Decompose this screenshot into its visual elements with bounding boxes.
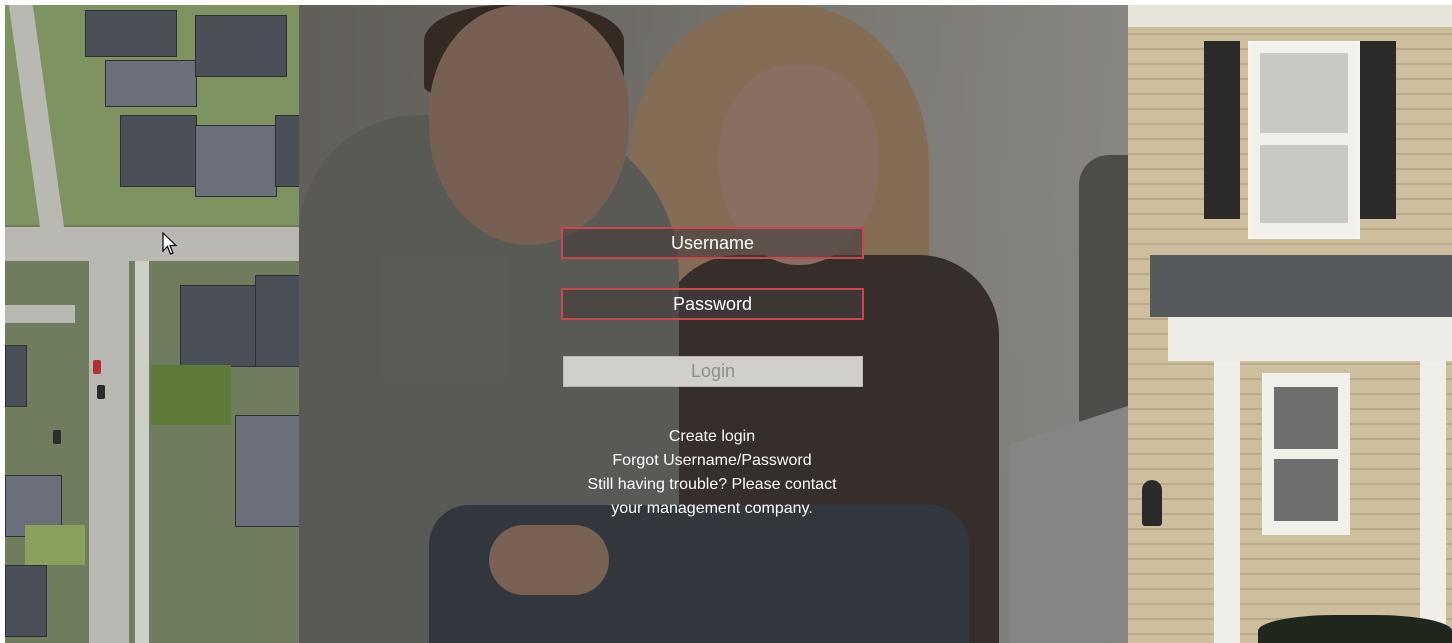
create-login-link[interactable]: Create login [512,425,912,449]
aerial-neighborhood-image [5,5,299,643]
login-button[interactable]: Login [563,356,863,387]
wall-lantern-icon [1142,480,1162,526]
trouble-text-line2: your management company. [611,500,813,517]
trouble-text-line1: Still having trouble? Please contact [587,476,837,493]
username-input[interactable] [561,227,864,259]
forgot-credentials-link[interactable]: Forgot Username/Password [512,449,912,473]
mouse-cursor-icon [162,232,178,255]
house-facade-image [1128,5,1452,643]
password-input[interactable] [561,288,864,320]
couple-background-image [299,5,1128,643]
help-links: Create login Forgot Username/Password St… [512,425,912,521]
